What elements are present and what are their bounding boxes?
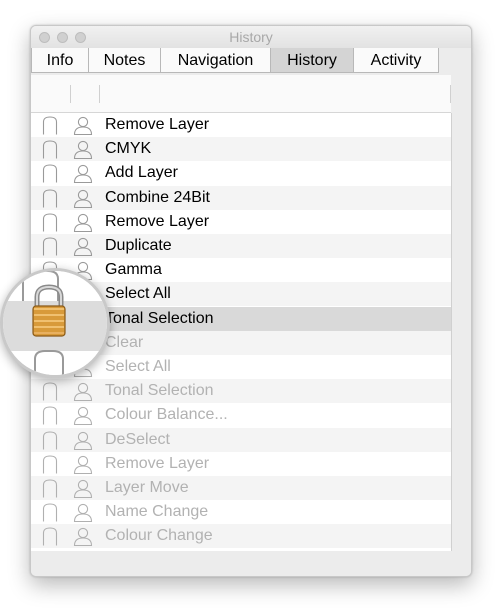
title-bar[interactable]: History [31, 26, 471, 48]
history-row[interactable]: Layer Move [31, 476, 451, 500]
history-item-label: Colour Change [105, 527, 213, 545]
user-icon[interactable] [73, 140, 93, 160]
lock-icon[interactable] [42, 140, 58, 159]
lock-icon[interactable] [42, 237, 58, 256]
history-item-label: Select All [105, 358, 171, 375]
history-row[interactable]: DeSelect [31, 427, 451, 452]
history-row[interactable]: CMYK [31, 137, 451, 162]
column-header [31, 75, 451, 113]
magnifier-lens [0, 268, 110, 378]
history-row[interactable]: Combine 24Bit [31, 185, 451, 210]
window-title: History [229, 29, 273, 45]
history-item-label: Layer Move [105, 479, 189, 496]
tab-info[interactable]: Info [31, 48, 89, 73]
column-divider [70, 85, 71, 103]
history-item-label: Tonal Selection [105, 309, 214, 327]
history-row[interactable]: Colour Change [31, 524, 451, 549]
history-item-label: DeSelect [105, 430, 170, 448]
user-icon[interactable] [73, 527, 93, 547]
user-icon[interactable] [73, 237, 93, 257]
history-item-label: Colour Balance... [105, 406, 228, 424]
tab-navigation[interactable]: Navigation [160, 48, 271, 73]
lock-icon[interactable] [42, 527, 58, 546]
history-item-label: Name Change [105, 503, 209, 521]
user-icon[interactable] [73, 479, 93, 499]
lock-icon[interactable] [42, 479, 58, 498]
tab-history[interactable]: History [270, 48, 354, 73]
user-icon[interactable] [73, 116, 93, 136]
history-row[interactable]: Colour Balance... [31, 403, 451, 427]
history-row[interactable]: Remove Layer [31, 210, 451, 234]
scrollbar[interactable] [452, 113, 471, 551]
column-divider [99, 85, 100, 103]
history-item-label: Combine 24Bit [105, 188, 210, 206]
lock-icon[interactable] [42, 116, 58, 135]
tab-activity[interactable]: Activity [353, 48, 439, 73]
lock-icon[interactable] [42, 213, 58, 232]
history-item-label: CMYK [105, 140, 152, 158]
lock-icon[interactable] [42, 164, 58, 183]
history-item-label: Tonal Selection [105, 382, 214, 400]
history-row[interactable]: Remove Layer [31, 452, 451, 476]
history-row[interactable]: Duplicate [31, 234, 451, 258]
history-item-label: Remove Layer [105, 116, 210, 133]
lock-icon[interactable] [42, 382, 58, 401]
lock-icon[interactable] [42, 431, 58, 450]
history-item-label: Gamma [105, 261, 162, 279]
user-icon[interactable] [73, 213, 93, 232]
history-row[interactable]: Tonal Selection [31, 379, 451, 404]
tab-notes[interactable]: Notes [88, 48, 161, 73]
history-item-label: Remove Layer [105, 212, 210, 230]
history-item-label: Clear [105, 333, 144, 351]
lock-icon[interactable] [42, 406, 58, 425]
history-row[interactable]: Remove Layer [31, 113, 451, 137]
lock-icon[interactable] [42, 503, 58, 522]
history-item-label: Duplicate [105, 237, 172, 254]
history-item-label: Select All [105, 285, 171, 303]
tab-bar: Info Notes Navigation History Activity [31, 48, 471, 74]
user-icon[interactable] [73, 189, 93, 208]
user-icon[interactable] [73, 503, 93, 523]
user-icon[interactable] [73, 382, 93, 402]
history-row[interactable]: Name Change [31, 500, 451, 524]
column-divider [450, 85, 451, 103]
padlock-locked-icon [22, 271, 66, 375]
history-item-label: Remove Layer [105, 454, 210, 472]
user-icon[interactable] [73, 406, 93, 426]
lock-icon[interactable] [42, 455, 58, 474]
history-row[interactable]: Add Layer [31, 161, 451, 185]
user-icon[interactable] [73, 455, 93, 474]
user-icon[interactable] [73, 431, 93, 450]
user-icon[interactable] [73, 164, 93, 184]
history-item-label: Add Layer [105, 164, 178, 182]
lock-icon[interactable] [42, 189, 58, 208]
